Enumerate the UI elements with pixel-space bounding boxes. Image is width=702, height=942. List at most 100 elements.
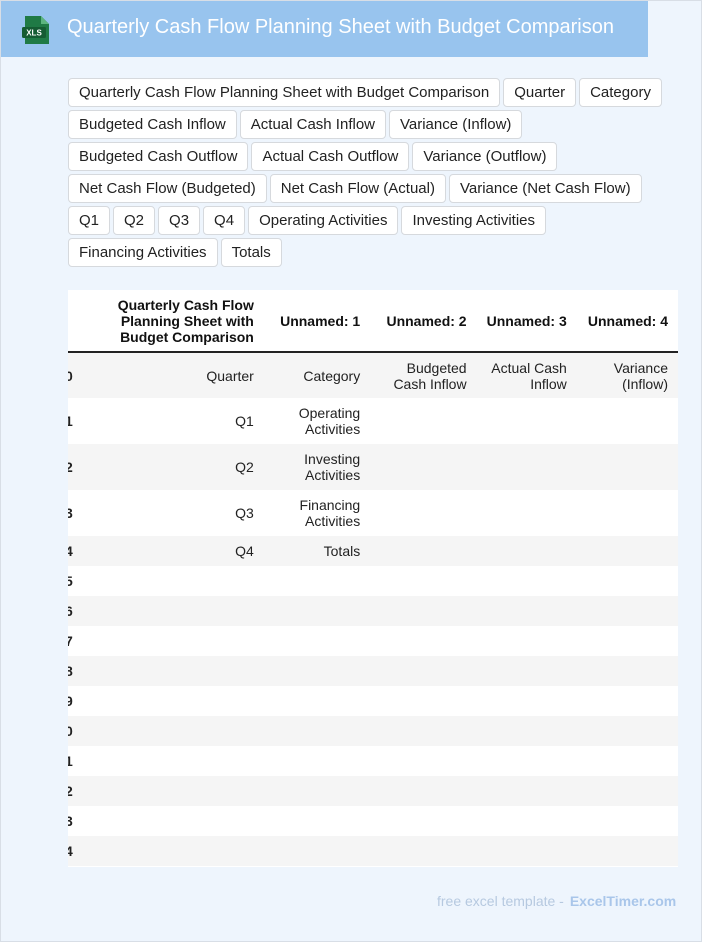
table-cell [370, 566, 476, 596]
column-chip[interactable]: Investing Activities [401, 206, 547, 235]
column-chip[interactable]: Category [579, 78, 662, 107]
table-cell [477, 626, 577, 656]
table-row: 14 [68, 836, 678, 866]
table-cell [370, 686, 476, 716]
table-cell: Variance (Inflow) [613, 359, 668, 392]
column-chip[interactable]: Quarterly Cash Flow Planning Sheet with … [68, 78, 501, 107]
table-cell [577, 656, 678, 686]
column-chip[interactable]: Actual Cash Outflow [251, 142, 410, 171]
table-cell [477, 776, 577, 806]
table-cell [370, 626, 476, 656]
table-cell [264, 836, 370, 866]
column-chip[interactable]: Budgeted Cash Outflow [68, 142, 249, 171]
footer: free excel template - ExcelTimer.com [437, 893, 676, 909]
footer-text: free excel template - [437, 893, 564, 909]
table-cell [73, 686, 264, 716]
table-cell [73, 656, 264, 686]
table-header-row: Quarterly Cash Flow Planning Sheet with … [68, 290, 678, 353]
xls-file-icon: XLS [22, 16, 49, 44]
table-cell [477, 746, 577, 776]
table-row: 5 [68, 566, 678, 596]
table-cell [264, 626, 370, 656]
table-cell [577, 776, 678, 806]
table-cell [370, 776, 476, 806]
table-cell [264, 746, 370, 776]
column-chip[interactable]: Net Cash Flow (Actual) [269, 174, 446, 203]
table-cell [264, 596, 370, 626]
table-cell [577, 626, 678, 656]
column-chip[interactable]: Variance (Inflow) [389, 110, 523, 139]
column-chip[interactable]: Financing Activities [68, 238, 218, 267]
column-chip[interactable]: Variance (Net Cash Flow) [448, 174, 642, 203]
table-cell: Operating Activities [298, 405, 361, 437]
table-row: 6 [68, 596, 678, 626]
table-cell [370, 836, 476, 866]
table-cell: Quarter [206, 367, 254, 384]
table-cell: Investing Activities [304, 451, 361, 483]
column-chip[interactable]: Totals [220, 238, 282, 267]
table-cell [370, 536, 476, 566]
table-row: 9 [68, 686, 678, 716]
column-chip[interactable]: Q4 [203, 206, 246, 235]
table-row: 0 Quarter Category Budgeted Cash Inflow Actu… [68, 352, 678, 398]
column-chip[interactable]: Budgeted Cash Inflow [68, 110, 237, 139]
column-header: Unnamed: 3 [476, 290, 577, 353]
table-row: 12 [68, 776, 678, 806]
table-row: 13 [68, 806, 678, 836]
table-cell [264, 716, 370, 746]
table-cell [370, 746, 476, 776]
column-chip[interactable]: Variance (Outflow) [412, 142, 558, 171]
table-cell [73, 596, 264, 626]
table-cell: Actual Cash Inflow [491, 359, 567, 392]
table-cell [577, 686, 678, 716]
table-cell [477, 686, 577, 716]
table-cell: Budgeted Cash Inflow [393, 359, 467, 392]
table-body: 0 Quarter Category Budgeted Cash Inflow Actu… [68, 352, 678, 866]
table-cell: Totals [323, 543, 361, 559]
table-cell [370, 596, 476, 626]
table-cell [477, 398, 577, 444]
table-cell [73, 566, 264, 596]
table-cell [477, 444, 577, 490]
table-cell [477, 656, 577, 686]
table-cell [477, 536, 577, 566]
table-cell: Q3 [235, 505, 254, 521]
column-chip[interactable]: Net Cash Flow (Budgeted) [68, 174, 267, 203]
column-chip[interactable]: Operating Activities [248, 206, 399, 235]
table-cell [577, 398, 678, 444]
table-cell [477, 836, 577, 866]
table-row: 8 [68, 656, 678, 686]
table-cell [264, 806, 370, 836]
table-cell [477, 806, 577, 836]
column-header: Quarterly Cash Flow Planning Sheet with … [72, 290, 264, 353]
table-cell [73, 806, 264, 836]
table-row: 7 [68, 626, 678, 656]
table-cell [73, 716, 264, 746]
table-row: 1 Q1 Operating Activities [68, 398, 678, 444]
table-cell [577, 596, 678, 626]
column-chip[interactable]: Q3 [158, 206, 201, 235]
table-row: 2 Q2 Investing Activities [68, 444, 678, 490]
table-cell [577, 716, 678, 746]
table-cell [370, 716, 476, 746]
table-cell [73, 776, 264, 806]
table-cell [73, 626, 264, 656]
table-row: 3 Q3 Financing Activities [68, 490, 678, 536]
column-chip[interactable]: Quarter [503, 78, 577, 107]
data-table-container[interactable]: Quarterly Cash Flow Planning Sheet with … [68, 290, 678, 867]
title-bar: XLS Quarterly Cash Flow Planning Sheet w… [1, 1, 648, 57]
table-cell [73, 746, 264, 776]
table-cell: Q1 [235, 413, 254, 429]
table-cell [577, 490, 678, 536]
table-cell [577, 444, 678, 490]
column-chip[interactable]: Actual Cash Inflow [239, 110, 386, 139]
table-cell [577, 806, 678, 836]
column-chip[interactable]: Q2 [113, 206, 156, 235]
table-cell [370, 656, 476, 686]
column-chip[interactable]: Q1 [68, 206, 111, 235]
table-cell [577, 566, 678, 596]
table-cell [264, 776, 370, 806]
table-cell: Category [303, 367, 361, 384]
footer-brand-link[interactable]: ExcelTimer.com [570, 893, 676, 909]
table-cell [370, 806, 476, 836]
